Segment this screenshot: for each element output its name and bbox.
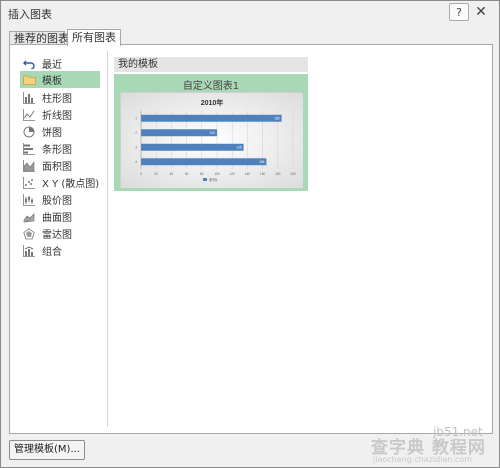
- x-tick-label: 100: [214, 172, 220, 176]
- combo-chart-icon: [22, 244, 36, 258]
- sidebar-item-recent[interactable]: 最近: [20, 55, 100, 72]
- sidebar-item-label: 条形图: [42, 145, 72, 156]
- title-bar: 插入图表 ? ✕: [1, 1, 499, 25]
- data-label: 165: [259, 160, 265, 164]
- chart-preview: 2010年 0 20 40 60 80 100 120 140 160 180 200 185 1 100 2…: [120, 92, 303, 188]
- legend-swatch: [203, 178, 207, 181]
- radar-chart-icon: [22, 227, 36, 241]
- category-label: 3: [135, 145, 137, 149]
- folder-icon: [22, 73, 36, 87]
- line-chart-icon: [22, 108, 36, 122]
- sidebar-divider: [107, 51, 108, 427]
- sidebar-item-label: 曲面图: [42, 213, 72, 224]
- window-title: 插入图表: [8, 8, 52, 21]
- x-tick-label: 180: [275, 172, 281, 176]
- stock-chart-icon: [22, 193, 36, 207]
- sidebar-item-templates[interactable]: 模板: [20, 71, 100, 88]
- bar-chart-preview: 2010年 0 20 40 60 80 100 120 140 160 180 200 185 1 100 2…: [121, 93, 303, 188]
- sidebar-item-radar[interactable]: 雷达图: [20, 225, 100, 242]
- sidebar-item-label: 饼图: [42, 128, 62, 139]
- help-button[interactable]: ?: [449, 3, 469, 21]
- scatter-chart-icon: [22, 176, 36, 190]
- tab-panel: 最近 模板 柱形图 折线图 饼图 条形图 面积图 X Y (散点图) 股价图 曲…: [9, 44, 493, 434]
- bar-chart-icon: [22, 142, 36, 156]
- close-button[interactable]: ✕: [471, 3, 491, 21]
- surface-chart-icon: [22, 210, 36, 224]
- sidebar-item-combo[interactable]: 组合: [20, 242, 100, 259]
- sidebar-item-stock[interactable]: 股价图: [20, 191, 100, 208]
- bar: [141, 129, 217, 137]
- template-name: 自定义图表1: [182, 81, 240, 92]
- sidebar-item-label: 雷达图: [42, 230, 72, 241]
- bar: [141, 114, 282, 122]
- sidebar-item-surface[interactable]: 曲面图: [20, 208, 100, 225]
- undo-arrow-icon: [22, 57, 36, 71]
- sidebar-item-area[interactable]: 面积图: [20, 157, 100, 174]
- sidebar-item-label: 面积图: [42, 162, 72, 173]
- chart-title: 2010年: [201, 98, 224, 107]
- data-label: 185: [274, 116, 280, 120]
- column-chart-icon: [22, 91, 36, 105]
- data-label: 100: [210, 131, 216, 135]
- insert-chart-dialog: 插入图表 ? ✕ 推荐的图表 所有图表 最近 模板 柱形图 折线图 饼图 条形图…: [0, 0, 500, 468]
- x-tick-label: 140: [245, 172, 251, 176]
- manage-templates-button[interactable]: 管理模板(M)...: [9, 440, 85, 460]
- tab-recommended-charts[interactable]: 推荐的图表: [9, 31, 69, 45]
- x-tick-label: 120: [230, 172, 236, 176]
- sidebar-item-label: 最近: [42, 60, 62, 71]
- section-header-my-templates: 我的模板: [114, 57, 308, 72]
- x-tick-label: 20: [154, 172, 158, 176]
- sidebar-item-label: 股价图: [42, 196, 72, 207]
- sidebar-item-bar[interactable]: 条形图: [20, 140, 100, 157]
- sidebar-item-line[interactable]: 折线图: [20, 106, 100, 123]
- template-card-custom-chart[interactable]: 自定义图表1 2010年 0 20 40 60 80 100 120 140 160 180 200 1…: [114, 74, 308, 191]
- x-tick-label: 40: [170, 172, 174, 176]
- chart-type-list: 最近 模板 柱形图 折线图 饼图 条形图 面积图 X Y (散点图) 股价图 曲…: [10, 45, 107, 433]
- legend-label: 系列1: [209, 177, 218, 182]
- category-label: 4: [135, 160, 137, 164]
- sidebar-item-label: 折线图: [42, 111, 72, 122]
- watermark-url-text: jiaocheng.chazidian.com: [373, 455, 473, 464]
- pie-chart-icon: [22, 125, 36, 139]
- sidebar-item-label: 组合: [42, 247, 62, 258]
- x-tick-label: 60: [185, 172, 189, 176]
- x-tick-label: 160: [260, 172, 266, 176]
- bar: [141, 158, 267, 166]
- sidebar-item-column[interactable]: 柱形图: [20, 89, 100, 106]
- sidebar-item-label: X Y (散点图): [42, 179, 100, 190]
- x-tick-label: 0: [140, 172, 142, 176]
- category-label: 2: [135, 131, 137, 135]
- sidebar-item-label: 柱形图: [42, 94, 72, 105]
- x-tick-label: 80: [200, 172, 204, 176]
- bar: [141, 143, 244, 151]
- sidebar-item-pie[interactable]: 饼图: [20, 123, 100, 140]
- tab-all-charts[interactable]: 所有图表: [67, 29, 121, 46]
- templates-pane: 我的模板 自定义图表1 2010年 0 20 40 60 80 100 120 140 160 18…: [114, 57, 486, 191]
- sidebar-item-scatter[interactable]: X Y (散点图): [20, 174, 100, 191]
- data-label: 135: [236, 145, 242, 149]
- category-label: 1: [135, 116, 137, 120]
- x-tick-label: 200: [290, 172, 296, 176]
- sidebar-item-label: 模板: [42, 76, 62, 87]
- area-chart-icon: [22, 159, 36, 173]
